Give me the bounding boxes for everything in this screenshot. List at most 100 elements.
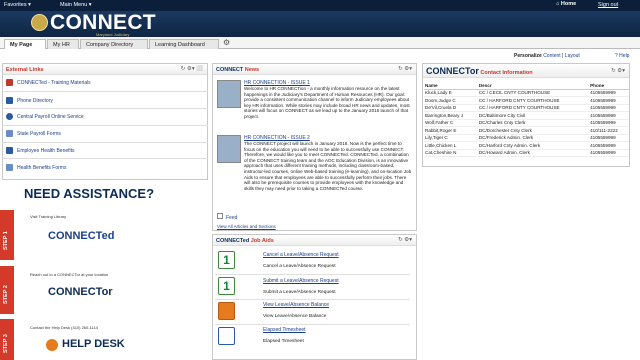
need-assistance-banner: NEED ASSISTANCE? STEP 1 Visit Training L… bbox=[0, 182, 206, 360]
table-cell: 4105559999 bbox=[589, 111, 629, 120]
table-cell: 4105559999 bbox=[589, 104, 629, 112]
table-cell: 4105559999 bbox=[589, 89, 629, 97]
top-bar: Favorites ▾ Main Menu ▾ ⌂ Home Sign out bbox=[0, 0, 640, 11]
job-aid-desc: Cancel a Leave/Absence Request bbox=[263, 264, 336, 269]
table-cell: DC/Baltimore City Civil bbox=[477, 111, 590, 120]
link-state-payroll-forms[interactable]: State Payroll Forms bbox=[6, 130, 61, 142]
table-cell: Little,Chicken L bbox=[424, 141, 478, 150]
calendar-icon: 1 bbox=[218, 277, 235, 295]
table-cell: Doom,Judge C bbox=[424, 96, 478, 105]
column-header[interactable]: Descr bbox=[477, 82, 590, 90]
step3-brand[interactable]: HELP DESK bbox=[62, 338, 125, 350]
tab-my-page[interactable]: My Page bbox=[4, 39, 46, 49]
table-cell: 410/111-2222 bbox=[589, 126, 629, 135]
table-cell: DC/Frederick Admin. Clerk bbox=[477, 134, 590, 142]
table-cell: CC / HARFORD CNTY COURTHOUSE bbox=[477, 96, 590, 105]
job-aid-desc: Submit a Leave/Absence Request bbox=[263, 290, 336, 295]
panel-header: External Links ↻ ⚙▾ ⬜ bbox=[3, 64, 207, 75]
panel-controls[interactable]: ↻ ⚙▾ bbox=[611, 68, 625, 74]
gear-icon[interactable]: ⚙ bbox=[223, 38, 230, 47]
tab-company-directory[interactable]: Company Directory bbox=[80, 39, 148, 49]
table-cell: Barrington,Beary J bbox=[424, 111, 478, 120]
job-aid-link[interactable]: Elapsed Timesheet bbox=[263, 327, 306, 333]
step3-bar: STEP 3 bbox=[0, 319, 14, 360]
column-header[interactable]: Name bbox=[424, 82, 478, 90]
table-row: Wolf,Father C DC/Charles Cnty Clerk 410555… bbox=[424, 119, 629, 127]
table-cell: 4105559999 bbox=[589, 96, 629, 105]
news-item-body: The CONNECT project will launch in Janua… bbox=[244, 141, 412, 191]
table-cell: Lily,Tiger C bbox=[424, 134, 478, 142]
table-row: Doom,Judge C CC / HARFORD CNTY COURTHOUSE… bbox=[424, 96, 629, 105]
jobaids-title: Job Aids bbox=[250, 238, 274, 244]
brand-banner: CONNECT Maryland Judiciary bbox=[0, 11, 640, 37]
sign-out-link[interactable]: Sign out bbox=[598, 2, 618, 8]
table-cell: DC/Harford Cnty Admin. Clerk bbox=[477, 141, 590, 150]
column-header[interactable]: Phone bbox=[589, 82, 629, 90]
step3-text: Contact the Help Desk (410) 260-1114 bbox=[30, 325, 98, 330]
news-title: News bbox=[244, 67, 260, 73]
table-row: Lily,Tiger C DC/Frederick Admin. Clerk 410… bbox=[424, 134, 629, 142]
document-icon bbox=[6, 79, 13, 86]
payroll-icon bbox=[6, 113, 13, 120]
help-link[interactable]: ? Help bbox=[615, 53, 629, 59]
step1-text: Visit Training Library bbox=[30, 214, 67, 219]
rss-icon bbox=[217, 213, 223, 219]
favorites-menu[interactable]: Favorites ▾ bbox=[4, 2, 31, 8]
balance-icon bbox=[218, 302, 235, 320]
tab-learning-dashboard[interactable]: Learning Dashboard bbox=[149, 39, 219, 49]
link-central-payroll[interactable]: Central Payroll Online Service bbox=[6, 113, 84, 125]
view-all-articles-link[interactable]: View All Articles and Sections bbox=[217, 224, 276, 229]
panel-controls[interactable]: ↻ ⚙▾ ⬜ bbox=[181, 66, 203, 72]
news-item-body: Welcome to HR CONNECTion - a monthly inf… bbox=[244, 86, 410, 119]
assist-heading: NEED ASSISTANCE? bbox=[24, 186, 155, 201]
jobaids-logo: CONNECTed bbox=[216, 238, 250, 244]
forms-icon bbox=[6, 164, 13, 171]
table-cell: 4105559999 bbox=[589, 149, 629, 157]
panel-controls[interactable]: ↻ ⚙▾ bbox=[398, 237, 412, 243]
table-row: Cat,Cheshire N DC/Howard Admin. Clerk 4105… bbox=[424, 149, 629, 157]
table-cell: De'Vil,Cruela D bbox=[424, 104, 478, 112]
job-aid-link[interactable]: View Leave/Absence Balance bbox=[263, 302, 329, 308]
panel-controls[interactable]: ↻ ⚙▾ bbox=[398, 66, 412, 72]
step2-brand[interactable]: CONNECTor bbox=[48, 286, 113, 298]
table-cell: CC / HARFORD CNTY COURTHOUSE bbox=[477, 104, 590, 112]
table-cell: 4105559999 bbox=[589, 119, 629, 127]
table-cell: Kluck,Lady E bbox=[424, 89, 478, 97]
news-thumbnail bbox=[217, 135, 241, 163]
table-cell: Wolf,Father C bbox=[424, 119, 478, 127]
help-desk-icon bbox=[46, 339, 58, 351]
health-icon bbox=[6, 147, 13, 154]
main-menu[interactable]: Main Menu ▾ bbox=[60, 2, 92, 8]
contact-title: Contact Information bbox=[480, 70, 533, 76]
page-tabs: My Page My HR Company Directory Learning… bbox=[0, 37, 640, 49]
contact-table: Name Descr Phone Kluck,Lady E CC / CECIL CN… bbox=[424, 82, 629, 157]
table-cell: 4105559999 bbox=[589, 134, 629, 142]
feed-link[interactable]: Feed bbox=[217, 213, 237, 221]
table-cell: Cat,Cheshire N bbox=[424, 149, 478, 157]
forms-icon bbox=[6, 130, 13, 137]
home-link[interactable]: ⌂ Home bbox=[556, 1, 576, 7]
phone-icon bbox=[6, 97, 13, 104]
personalize-layout-link[interactable]: Layout bbox=[565, 53, 580, 59]
personalize-label: Personalize bbox=[514, 53, 542, 59]
panel-title: External Links bbox=[6, 67, 44, 73]
judiciary-seal-icon bbox=[31, 14, 48, 31]
table-cell: CC / CECIL CNTY COURTHOUSE bbox=[477, 89, 590, 97]
job-aid-link[interactable]: Cancel a Leave/Absence Request bbox=[263, 252, 339, 258]
news-thumbnail bbox=[217, 80, 241, 108]
job-aid-link[interactable]: Submit a Leave/Absence Request bbox=[263, 278, 339, 284]
step2-text: Reach out to a CONNECTor at your locatio… bbox=[30, 272, 109, 277]
panel-header: CONNECTor Contact Information ↻ ⚙▾ bbox=[423, 64, 629, 78]
table-cell: DC/Dorchester Cnty Clerk bbox=[477, 126, 590, 135]
personalize-links: Personalize Content | Layout bbox=[514, 53, 580, 59]
step2-bar: STEP 2 bbox=[0, 266, 14, 314]
personalize-content-link[interactable]: Content bbox=[543, 53, 561, 59]
link-health-benefits-forms[interactable]: Health Benefits Forms bbox=[6, 164, 66, 176]
table-cell: DC/Charles Cnty Clerk bbox=[477, 119, 590, 127]
link-training-materials[interactable]: CONNECTed - Training Materials bbox=[6, 79, 91, 91]
job-aid-desc: Elapsed Timesheet bbox=[263, 339, 304, 344]
step1-brand[interactable]: CONNECTed bbox=[48, 230, 114, 242]
table-cell: Rabbit,Roger E bbox=[424, 126, 478, 135]
tab-my-hr[interactable]: My HR bbox=[47, 39, 79, 49]
calendar-icon: 1 bbox=[218, 251, 235, 269]
